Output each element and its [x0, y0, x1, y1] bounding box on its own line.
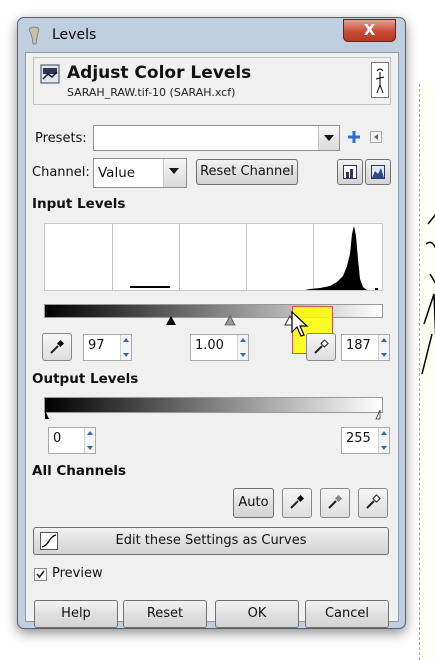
presets-combo[interactable]: [93, 125, 340, 151]
channel-value: Value: [98, 165, 136, 181]
presets-label: Presets:: [35, 131, 87, 146]
color-picker-icon: [314, 339, 329, 354]
gamma-spinner[interactable]: 1.00: [190, 334, 249, 361]
color-picker-icon: [50, 339, 65, 354]
spinner-arrows[interactable]: [378, 335, 389, 360]
preview-checkbox[interactable]: [34, 568, 47, 581]
output-levels-heading: Output Levels: [32, 371, 139, 387]
image-canvas: [419, 84, 435, 660]
close-button[interactable]: X: [343, 19, 396, 42]
linear-histogram-button[interactable]: [337, 159, 363, 185]
reset-button[interactable]: Reset: [123, 600, 207, 628]
low-output-value: 0: [53, 431, 62, 446]
black-point-picker-all[interactable]: [282, 488, 312, 518]
log-histogram-icon: [371, 165, 385, 179]
color-picker-icon: [290, 494, 305, 509]
white-point-picker[interactable]: [306, 333, 336, 361]
log-histogram-button[interactable]: [365, 159, 391, 185]
edit-as-curves-button[interactable]: Edit these Settings as Curves: [33, 527, 389, 555]
title-bar[interactable]: Levels X: [18, 18, 405, 52]
spinner-arrows[interactable]: [84, 428, 95, 453]
high-input-value: 187: [346, 338, 371, 353]
low-output-spinner[interactable]: 0: [48, 427, 96, 454]
channel-combo[interactable]: Value: [93, 158, 187, 188]
levels-tool-icon: [40, 64, 60, 84]
gray-point-picker-all[interactable]: [320, 488, 350, 518]
window-title: Levels: [52, 27, 97, 43]
checkmark-icon: [36, 570, 45, 579]
levels-dialog: Levels X Adjust Color Levels SARAH_RAW.t…: [17, 17, 406, 629]
low-output-handle[interactable]: [45, 410, 49, 419]
histogram: [44, 223, 383, 291]
auto-button[interactable]: Auto: [233, 488, 274, 518]
menu-arrow-icon[interactable]: [370, 131, 382, 143]
help-button[interactable]: Help: [34, 600, 118, 628]
dialog-body: Adjust Color Levels SARAH_RAW.tif-10 (SA…: [25, 52, 399, 628]
color-picker-icon: [328, 494, 343, 509]
linear-histogram-icon: [343, 165, 357, 179]
histogram-plot: [112, 224, 378, 290]
spinner-arrows[interactable]: [120, 335, 131, 360]
channel-label: Channel:: [32, 165, 90, 180]
low-input-value: 97: [88, 338, 105, 353]
high-output-spinner[interactable]: 255: [341, 427, 390, 454]
image-thumbnail: [371, 62, 389, 98]
ok-button[interactable]: OK: [215, 600, 299, 628]
gamma-handle[interactable]: [224, 315, 236, 326]
add-icon[interactable]: [347, 130, 361, 144]
black-point-picker[interactable]: [42, 333, 72, 361]
preview-label[interactable]: Preview: [52, 566, 103, 581]
curves-icon: [40, 532, 58, 550]
all-channels-heading: All Channels: [32, 463, 127, 479]
low-input-spinner[interactable]: 97: [83, 334, 132, 361]
chevron-down-icon[interactable]: [318, 126, 339, 150]
high-output-handle[interactable]: [375, 410, 381, 420]
gamma-value: 1.00: [195, 338, 224, 353]
spinner-arrows[interactable]: [237, 335, 248, 360]
image-name: SARAH_RAW.tif-10 (SARAH.xcf): [67, 86, 236, 99]
edit-as-curves-label: Edit these Settings as Curves: [115, 533, 307, 548]
output-sliders[interactable]: [44, 410, 381, 420]
low-input-handle[interactable]: [166, 316, 176, 325]
white-point-picker-all[interactable]: [358, 488, 388, 518]
gimp-app-icon: [28, 26, 40, 45]
high-input-spinner[interactable]: 187: [341, 334, 390, 361]
chevron-down-icon[interactable]: [163, 159, 186, 187]
cancel-button[interactable]: Cancel: [305, 600, 389, 628]
high-output-value: 255: [346, 431, 371, 446]
reset-channel-button[interactable]: Reset Channel: [196, 159, 298, 185]
spinner-arrows[interactable]: [378, 428, 389, 453]
sketch-drawing: [421, 214, 435, 375]
dialog-title: Adjust Color Levels: [67, 63, 252, 83]
dialog-header: Adjust Color Levels SARAH_RAW.tif-10 (SA…: [33, 57, 391, 105]
input-levels-heading: Input Levels: [32, 196, 126, 212]
color-picker-icon: [366, 494, 381, 509]
